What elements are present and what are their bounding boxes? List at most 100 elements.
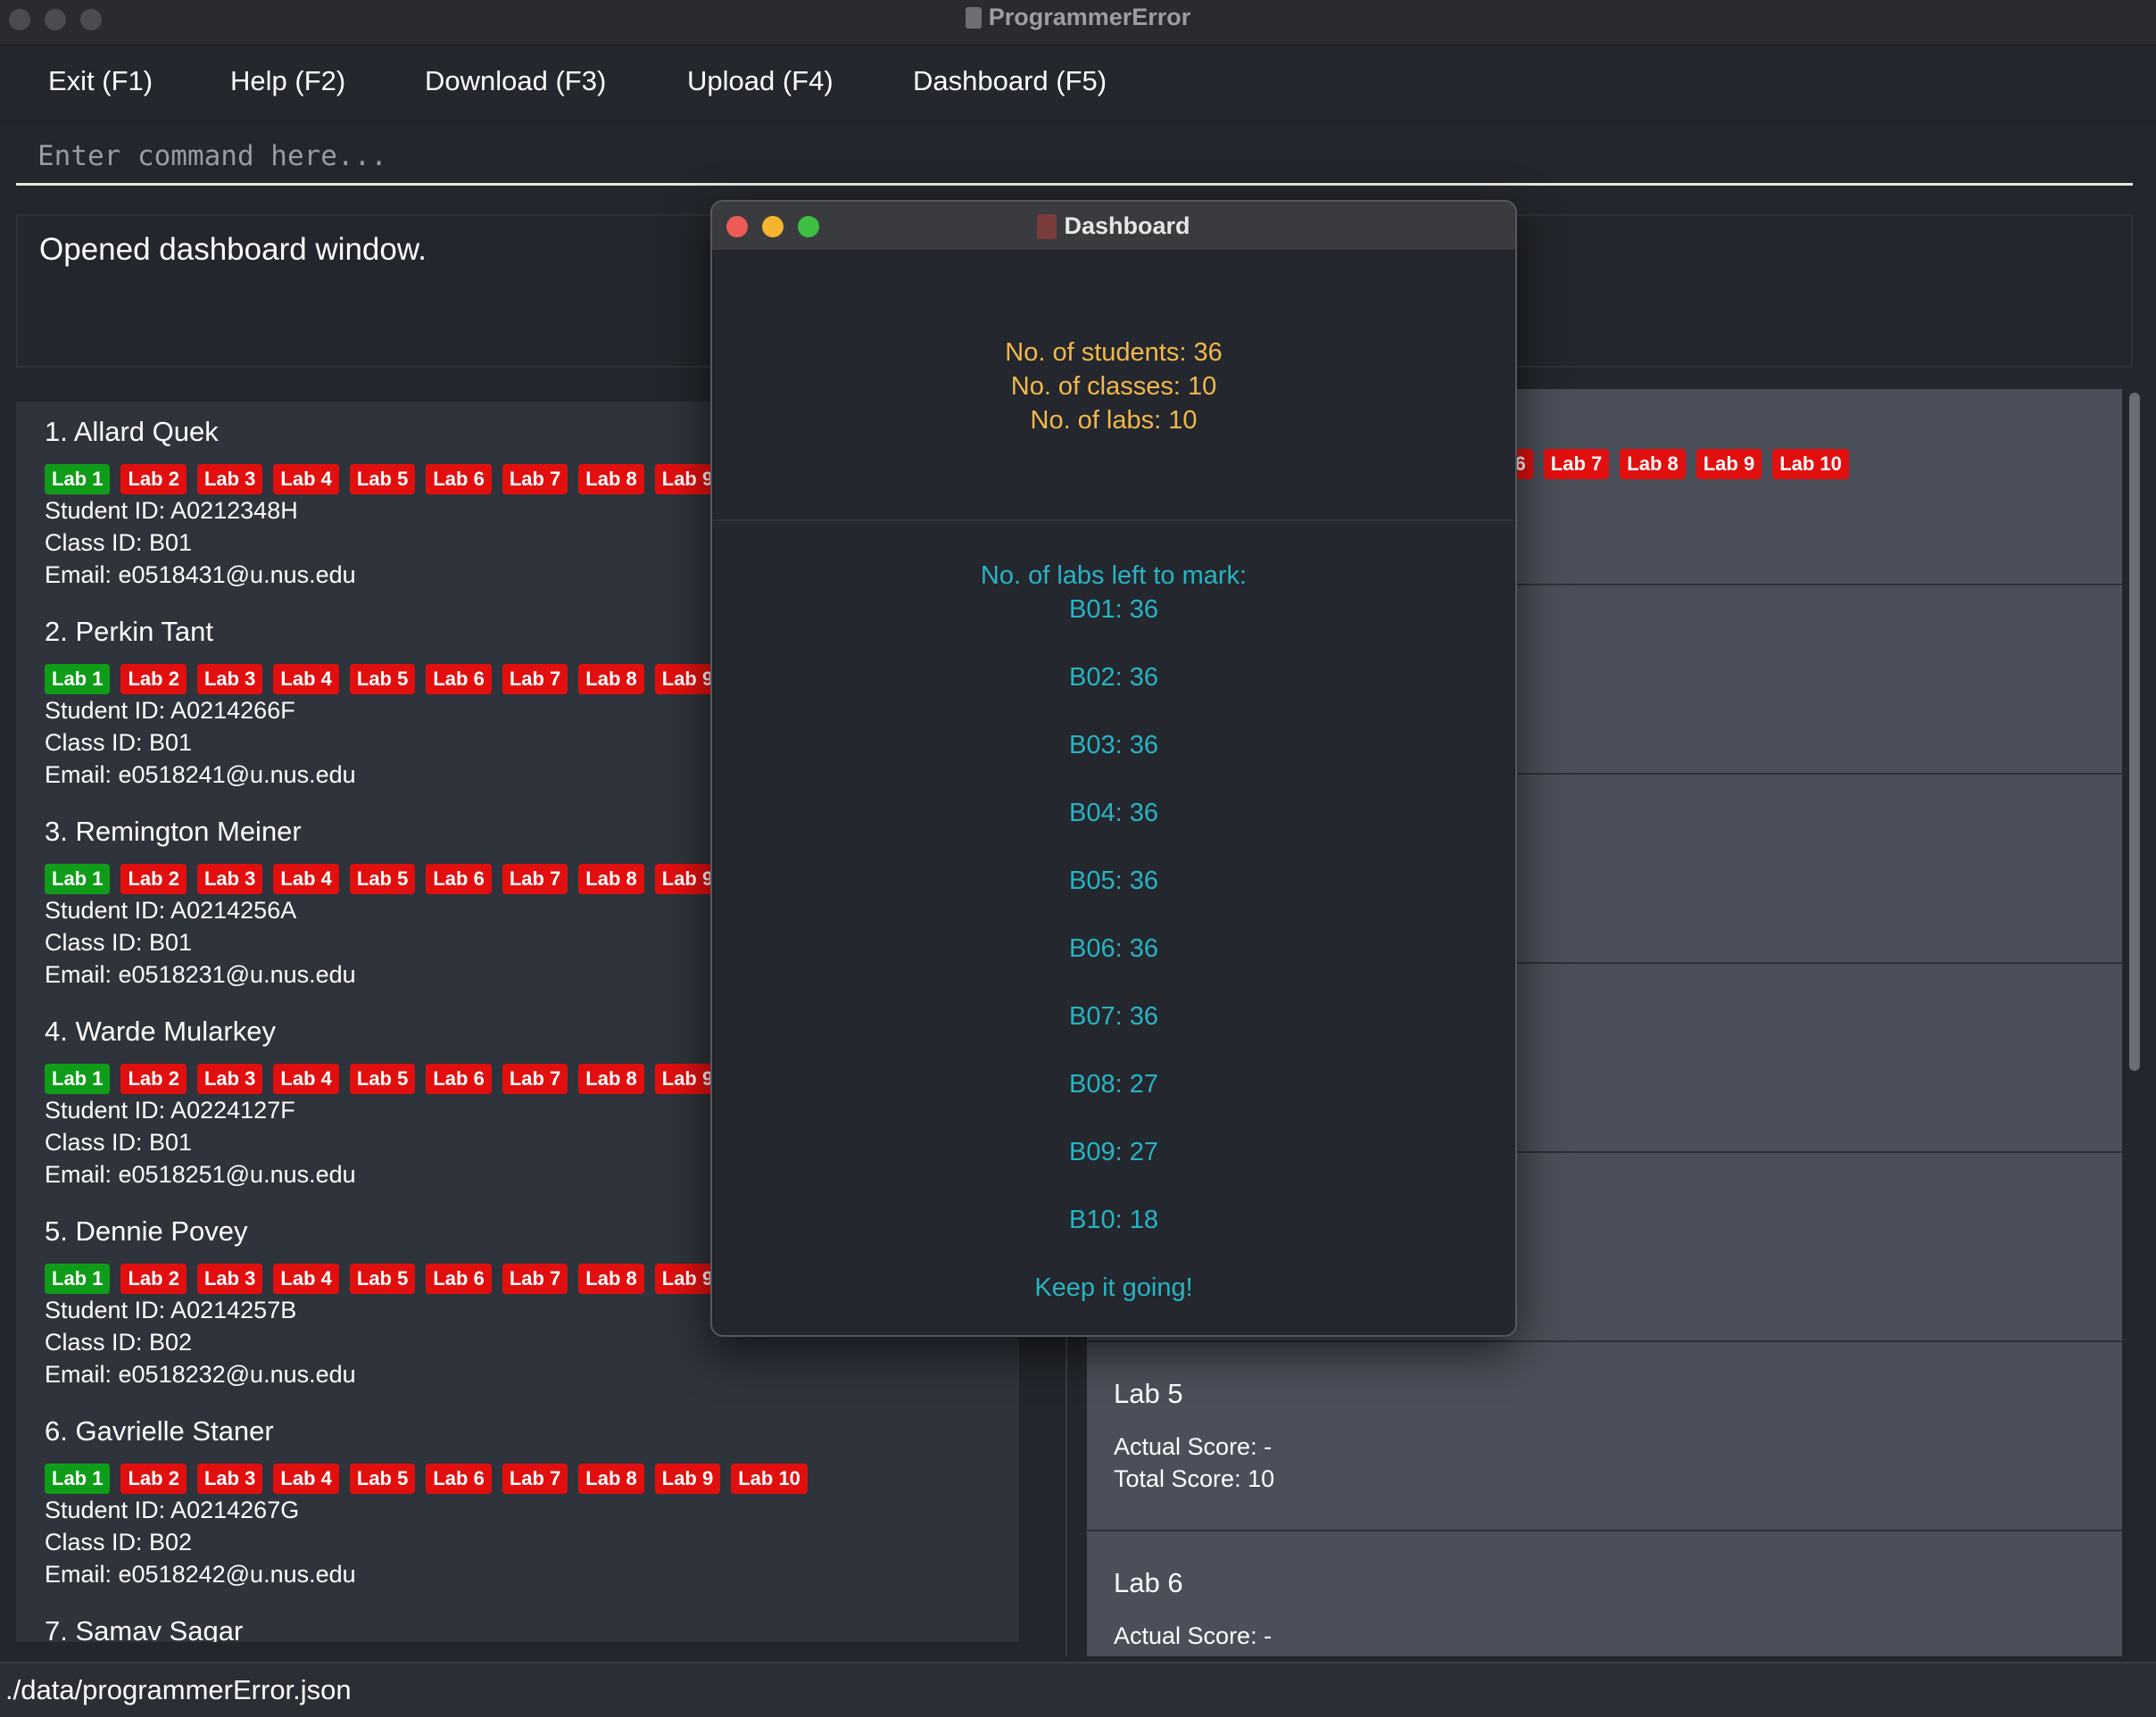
app-icon [965,7,982,29]
student-name: 6. Gavrielle Staner [45,1415,274,1447]
lab-tag: Lab 10 [1772,449,1849,479]
lab-actual-score: Actual Score: - [1114,1433,1273,1460]
lab-tag: Lab 4 [273,864,339,894]
labs-left-row: B03: 36 [1069,731,1158,759]
labs-left-row: B04: 36 [1069,799,1158,827]
lab-tag: Lab 9 [1696,449,1762,479]
lab-tag: Lab 3 [196,1264,263,1294]
lab-tag: Lab 5 [349,864,416,894]
status-bar: ./data/programmerError.json [0,1662,2156,1717]
lab-tag: Lab 7 [502,664,568,694]
labs-left-row: B07: 36 [1069,1002,1158,1031]
student-name: 7. Samav Sagar [45,1615,244,1642]
lab-tag: Lab 4 [273,664,339,694]
lab-card-5: Lab 5 Actual Score: - Total Score: 10 [1087,1342,2122,1531]
classes-count: No. of classes: 10 [1010,372,1217,401]
lab-tag: Lab 4 [273,464,339,494]
labs-left-section: No. of labs left to mark: B01: 36 B02: 36… [712,559,1515,1305]
labs-left-title: No. of labs left to mark: [980,561,1248,590]
lab-tag: Lab 1 [45,1464,111,1494]
lab-tag: Lab 1 [45,664,111,694]
dashboard-window: Dashboard No. of students: 36 No. of cla… [710,200,1517,1337]
command-input[interactable] [16,129,2133,186]
window-title: ProgrammerError [0,0,2156,45]
student-id: Student ID: A0214267G [45,1497,300,1523]
lab-tag: Lab 5 [349,1464,416,1494]
lab-tags: Lab 1 Lab 2 Lab 3 Lab 4 Lab 5 Lab 6 Lab 7 Lab 8… [45,1464,1008,1494]
dashboard-title: Dashboard [712,202,1515,250]
menu-download[interactable]: Download (F3) [425,65,606,97]
lab-tag: Lab 4 [273,1064,339,1094]
window-title-text: ProgrammerError [988,4,1191,30]
lab-tag: Lab 8 [578,864,644,894]
keep-going-text: Keep it going! [1034,1273,1193,1302]
dashboard-title-text: Dashboard [1064,212,1190,239]
lab-tag: Lab 8 [578,664,644,694]
lab-tag: Lab 3 [196,464,263,494]
lab-tag: Lab 6 [426,864,492,894]
lab-tag: Lab 2 [120,664,187,694]
lab-card-6: Lab 6 Actual Score: - [1087,1531,2122,1656]
student-card[interactable]: 6. Gavrielle Staner Lab 1 Lab 2 Lab 3 Lab 4L… [45,1412,1008,1590]
lab-tag: Lab 3 [196,664,263,694]
lab-tag: Lab 7 [1543,449,1610,479]
lab-tag: Lab 9 [654,1464,721,1494]
lab-tag: Lab 5 [349,464,416,494]
lab-tag: Lab 2 [120,864,187,894]
student-card[interactable]: 7. Samav Sagar [45,1612,1008,1642]
lab-tag: Lab 6 [426,1064,492,1094]
lab-tag: Lab 6 [426,664,492,694]
lab-actual-score: Actual Score: - [1114,1622,1273,1649]
dashboard-summary: No. of students: 36 No. of classes: 10 N… [712,252,1515,521]
lab-tag: Lab 5 [349,1264,416,1294]
lab-tag: Lab 7 [502,1264,568,1294]
lab-tag: Lab 8 [578,1264,644,1294]
lab-tag: Lab 6 [426,1264,492,1294]
lab-tag: Lab 8 [578,1464,644,1494]
labs-left-row: B08: 27 [1069,1070,1158,1099]
data-file-path: ./data/programmerError.json [5,1674,352,1705]
labs-count: No. of labs: 10 [1030,406,1198,435]
menu-help[interactable]: Help (F2) [230,65,345,97]
menu-exit[interactable]: Exit (F1) [48,65,153,97]
app-icon [1037,214,1057,239]
lab-tag: Lab 2 [120,1264,187,1294]
lab-panel-scrollbar[interactable] [2129,393,2140,1071]
lab-card-title: Lab 6 [1114,1567,1183,1598]
menu-bar: Exit (F1) Help (F2) Download (F3) Upload… [0,46,2156,122]
lab-tag: Lab 10 [731,1464,808,1494]
lab-card-title: Lab 5 [1114,1378,1183,1409]
lab-tag: Lab 8 [578,1064,644,1094]
lab-tag: Lab 3 [196,1464,263,1494]
labs-left-row: B09: 27 [1069,1138,1158,1166]
lab-tag: Lab 8 [578,464,644,494]
labs-left-row: B05: 36 [1069,867,1158,895]
email: Email: e0518242@u.nus.edu [45,1561,356,1588]
lab-tag: Lab 8 [1620,449,1686,479]
lab-tag: Lab 3 [196,864,263,894]
labs-left-row: B10: 18 [1069,1206,1158,1234]
email: Email: e0518232@u.nus.edu [45,1361,356,1388]
class-id: Class ID: B02 [45,1529,193,1555]
lab-tag: Lab 7 [502,1464,568,1494]
lab-panel-tags: b 6Lab 7Lab 8Lab 9Lab 10 [1490,449,1849,479]
main-titlebar: ProgrammerError [0,0,2156,46]
lab-total-score: Total Score: 10 [1114,1465,1275,1492]
lab-tag: Lab 4 [273,1464,339,1494]
lab-tag: Lab 4 [273,1264,339,1294]
lab-tag: Lab 6 [426,1464,492,1494]
menu-upload[interactable]: Upload (F4) [687,65,833,97]
labs-left-row: B06: 36 [1069,934,1158,963]
lab-tag: Lab 6 [426,464,492,494]
lab-tag: Lab 7 [502,464,568,494]
menu-dashboard[interactable]: Dashboard (F5) [913,65,1107,97]
lab-tag: Lab 5 [349,1064,416,1094]
lab-tag: Lab 1 [45,864,111,894]
labs-left-row: B01: 36 [1069,595,1158,624]
lab-tag: Lab 5 [349,664,416,694]
lab-tag: Lab 7 [502,864,568,894]
lab-tag: Lab 3 [196,1064,263,1094]
labs-left-row: B02: 36 [1069,663,1158,692]
lab-tag: Lab 2 [120,464,187,494]
lab-tag: Lab 1 [45,464,111,494]
